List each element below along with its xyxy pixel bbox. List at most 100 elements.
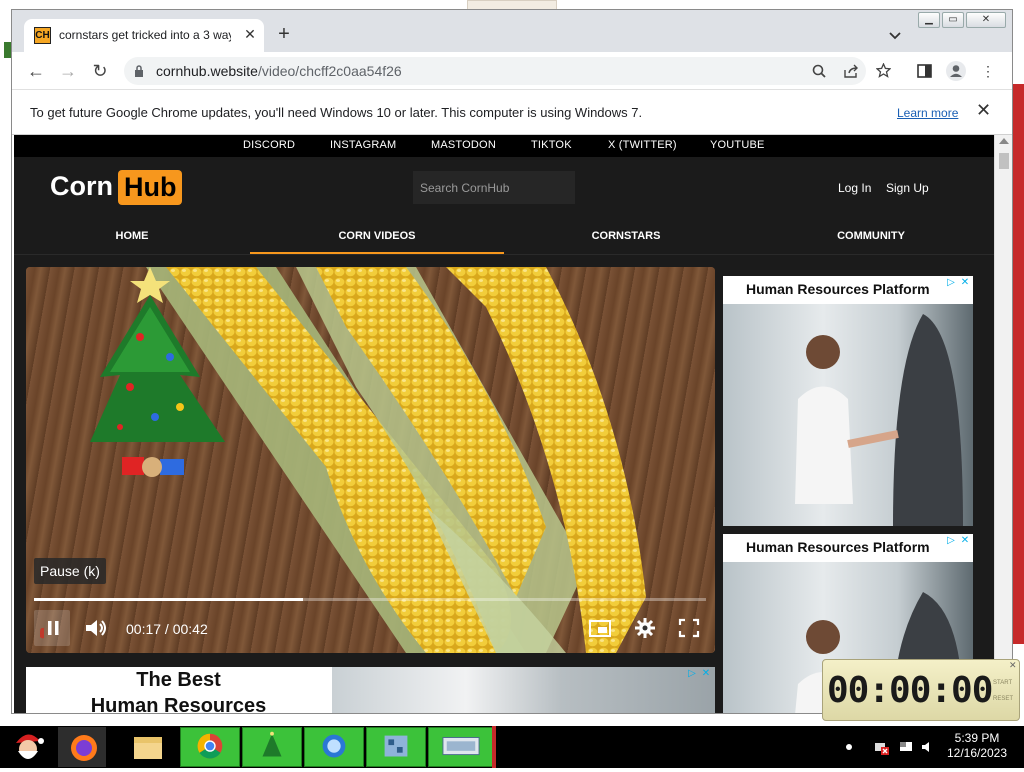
banner-ad[interactable]: The Best Human Resources ▷ ✕ bbox=[26, 667, 715, 714]
gear-icon bbox=[635, 618, 655, 638]
banner-headline: The Best bbox=[136, 669, 221, 691]
banner-subhead: Human Resources bbox=[90, 695, 267, 714]
url-path: /video/chcff2c0aa54f26 bbox=[257, 63, 402, 79]
bookmark-star-icon[interactable] bbox=[876, 63, 891, 78]
miniplayer-button[interactable] bbox=[586, 615, 614, 641]
taskbar-tree-app-icon[interactable] bbox=[242, 727, 302, 767]
adchoices-icon[interactable]: ▷ bbox=[686, 668, 698, 680]
tray-volume-icon[interactable] bbox=[920, 739, 936, 755]
new-tab-button[interactable]: + bbox=[274, 24, 294, 45]
social-link-discord[interactable]: DISCORD bbox=[243, 139, 295, 151]
clock-date[interactable]: 12/16/2023 bbox=[940, 746, 1014, 760]
kebab-menu-icon[interactable]: ⋮ bbox=[978, 61, 998, 81]
tab-strip: CH cornstars get tricked into a 3 way ✕ … bbox=[12, 10, 1012, 52]
taskbar-chrome-icon[interactable] bbox=[180, 727, 240, 767]
learn-more-link[interactable]: Learn more bbox=[897, 106, 958, 120]
person-icon bbox=[950, 65, 962, 77]
url-host: cornhub.website bbox=[156, 63, 258, 79]
side-ad-1[interactable]: Human Resources Platform ▷ ✕ bbox=[723, 276, 973, 526]
social-link-youtube[interactable]: YOUTUBE bbox=[710, 139, 765, 151]
profile-avatar-icon[interactable] bbox=[946, 61, 966, 81]
pause-icon bbox=[40, 621, 59, 639]
side-panel-icon[interactable] bbox=[917, 64, 932, 78]
minimize-button[interactable]: ▁ bbox=[918, 12, 940, 28]
browser-tab[interactable]: CH cornstars get tricked into a 3 way ✕ bbox=[24, 19, 264, 52]
taskbar-explorer-icon[interactable] bbox=[126, 727, 170, 767]
start-button-santa-icon[interactable] bbox=[6, 727, 50, 767]
settings-button[interactable] bbox=[631, 615, 659, 641]
page-content: DISCORD INSTAGRAM MASTODON TIKTOK X (TWI… bbox=[14, 135, 994, 714]
update-infobar: To get future Google Chrome updates, you… bbox=[12, 90, 1012, 135]
forward-arrow-icon[interactable]: → bbox=[57, 60, 79, 82]
ad-close-icon[interactable]: ✕ bbox=[700, 668, 712, 680]
clock-time[interactable]: 5:39 PM bbox=[940, 731, 1014, 745]
social-link-tiktok[interactable]: TIKTOK bbox=[531, 139, 572, 151]
taskbar-control-panel-icon[interactable] bbox=[366, 727, 426, 767]
pause-button[interactable] bbox=[34, 610, 70, 646]
adchoices-icon[interactable]: ▷ bbox=[945, 535, 957, 547]
tab-close-icon[interactable]: ✕ bbox=[240, 24, 260, 44]
site-search-input[interactable] bbox=[413, 171, 575, 204]
firefox-icon bbox=[71, 735, 97, 761]
background-window-edge-right bbox=[1013, 84, 1024, 644]
ad-close-icon[interactable]: ✕ bbox=[959, 535, 971, 547]
infobar-close-icon[interactable]: ✕ bbox=[976, 100, 991, 121]
page-scrollbar[interactable] bbox=[994, 135, 1012, 713]
ad-close-icon[interactable]: ✕ bbox=[959, 277, 971, 289]
keyboard-icon bbox=[442, 737, 480, 756]
address-bar[interactable]: cornhub.website/video/chcff2c0aa54f26 bbox=[124, 57, 891, 85]
tab-title: cornstars get tricked into a 3 way bbox=[59, 28, 231, 42]
back-arrow-icon[interactable]: ← bbox=[25, 60, 47, 82]
ad-title: Human Resources Platform bbox=[746, 281, 930, 297]
volume-button[interactable] bbox=[82, 615, 110, 641]
maximize-button[interactable]: ▭ bbox=[942, 12, 964, 28]
taskbar-keyboard-icon[interactable] bbox=[428, 727, 494, 767]
lock-icon bbox=[135, 65, 143, 77]
browser-toolbar: ← → ↻ cornhub.website/video/chcff2c0aa54… bbox=[12, 52, 1012, 90]
pause-tooltip: Pause (k) bbox=[34, 558, 106, 584]
nav-cornstars[interactable]: CORNSTARS bbox=[504, 230, 748, 242]
ad-title: Human Resources Platform bbox=[746, 539, 930, 555]
tab-search-chevron-icon[interactable] bbox=[888, 28, 902, 42]
site-header: Corn Hub Log In Sign Up bbox=[14, 157, 994, 219]
adchoices-icon[interactable]: ▷ bbox=[945, 277, 957, 289]
ad-image bbox=[723, 304, 973, 526]
control-panel-icon bbox=[384, 735, 408, 757]
scroll-up-arrow-icon[interactable] bbox=[999, 138, 1009, 144]
nav-corn-videos[interactable]: CORN VIDEOS bbox=[250, 230, 504, 242]
social-link-instagram[interactable]: INSTAGRAM bbox=[330, 139, 396, 151]
close-window-button[interactable]: ✕ bbox=[966, 12, 1006, 28]
nav-home[interactable]: HOME bbox=[14, 230, 250, 242]
fullscreen-button[interactable] bbox=[675, 615, 703, 641]
volume-icon bbox=[86, 620, 106, 636]
christmas-tree-overlay bbox=[90, 267, 225, 477]
stopwatch-gadget[interactable]: 00:00:00 START RESET ✕ bbox=[822, 659, 1020, 721]
chrome-window: CH cornstars get tricked into a 3 way ✕ … bbox=[11, 9, 1013, 714]
reload-icon[interactable]: ↻ bbox=[89, 60, 111, 82]
stopwatch-start-label[interactable]: START bbox=[993, 680, 1012, 686]
nav-community[interactable]: COMMUNITY bbox=[748, 230, 994, 242]
tray-flag-icon[interactable] bbox=[898, 739, 914, 755]
taskbar-divider bbox=[492, 726, 496, 768]
chrome-icon bbox=[197, 733, 223, 759]
seek-progress bbox=[34, 598, 303, 601]
logo-text-corn[interactable]: Corn bbox=[50, 171, 113, 202]
banner-image bbox=[332, 667, 715, 713]
site-favicon-icon: CH bbox=[34, 27, 51, 44]
social-link-x[interactable]: X (TWITTER) bbox=[608, 139, 677, 151]
url-text: cornhub.website/video/chcff2c0aa54f26 bbox=[156, 63, 402, 79]
scroll-thumb[interactable] bbox=[999, 153, 1009, 169]
taskbar-firefox-icon[interactable] bbox=[58, 727, 106, 767]
share-icon[interactable] bbox=[844, 64, 859, 78]
video-player[interactable]: Pause (k) 00:17 / 00:42 bbox=[26, 267, 715, 653]
tray-dot-icon[interactable] bbox=[846, 744, 852, 750]
gadget-close-icon[interactable]: ✕ bbox=[1009, 660, 1017, 671]
stopwatch-reset-label[interactable]: RESET bbox=[993, 696, 1013, 702]
zoom-search-icon[interactable] bbox=[812, 64, 826, 78]
social-link-mastodon[interactable]: MASTODON bbox=[431, 139, 496, 151]
login-link[interactable]: Log In bbox=[838, 181, 871, 195]
signup-link[interactable]: Sign Up bbox=[886, 181, 929, 195]
logo-text-hub[interactable]: Hub bbox=[118, 170, 183, 205]
taskbar-messenger-icon[interactable] bbox=[304, 727, 364, 767]
tray-network-error-icon[interactable] bbox=[874, 739, 890, 755]
